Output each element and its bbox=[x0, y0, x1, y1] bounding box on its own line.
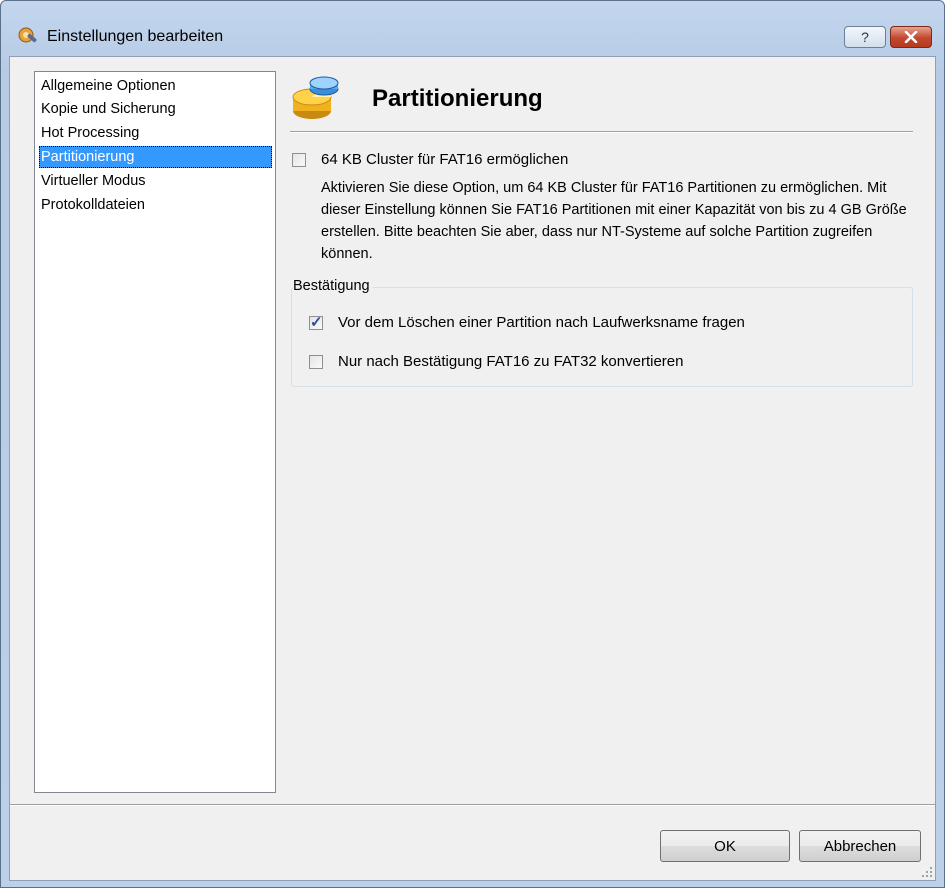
sidebar-item-hot-processing[interactable]: Hot Processing bbox=[39, 122, 272, 144]
sidebar-item-protokolldateien[interactable]: Protokolldateien bbox=[39, 194, 272, 216]
checkmark-icon: ✓ bbox=[310, 314, 323, 331]
dialog-client-area: Allgemeine Optionen Kopie und Sicherung … bbox=[9, 56, 936, 881]
confirm-delete-label[interactable]: Vor dem Löschen einer Partition nach Lau… bbox=[338, 314, 745, 331]
confirm-delete-checkbox[interactable]: ✓ bbox=[309, 314, 323, 331]
fat16-cluster-label[interactable]: 64 KB Cluster für FAT16 ermöglichen bbox=[321, 151, 568, 168]
settings-category-list[interactable]: Allgemeine Optionen Kopie und Sicherung … bbox=[34, 71, 276, 793]
close-button[interactable] bbox=[890, 26, 932, 48]
partition-disk-icon bbox=[292, 76, 339, 119]
settings-dialog: Einstellungen bearbeiten ? Allgemeine Op… bbox=[0, 0, 945, 888]
help-button[interactable]: ? bbox=[844, 26, 886, 48]
title-bar[interactable]: Einstellungen bearbeiten ? bbox=[1, 1, 944, 51]
confirmation-groupbox bbox=[291, 287, 913, 387]
confirmation-group-label: Bestätigung bbox=[293, 278, 373, 294]
window-title: Einstellungen bearbeiten bbox=[47, 28, 224, 45]
header-separator bbox=[290, 131, 913, 133]
confirm-convert-label[interactable]: Nur nach Bestätigung FAT16 zu FAT32 konv… bbox=[338, 353, 683, 370]
ok-button[interactable]: OK bbox=[660, 830, 790, 862]
fat16-cluster-checkbox[interactable]: ✓ bbox=[292, 153, 306, 167]
page-title: Partitionierung bbox=[372, 85, 543, 112]
footer-separator bbox=[10, 804, 935, 806]
help-icon: ? bbox=[861, 29, 869, 45]
settings-wrench-icon bbox=[18, 27, 37, 43]
sidebar-item-kopie-und-sicherung[interactable]: Kopie und Sicherung bbox=[39, 98, 272, 120]
close-icon bbox=[904, 31, 918, 43]
confirm-convert-checkbox[interactable]: ✓ bbox=[309, 355, 323, 369]
sidebar-item-partitionierung[interactable]: Partitionierung bbox=[39, 146, 272, 168]
sidebar-item-allgemeine-optionen[interactable]: Allgemeine Optionen bbox=[39, 75, 272, 97]
sidebar-item-virtueller-modus[interactable]: Virtueller Modus bbox=[39, 170, 272, 192]
fat16-cluster-description: Aktivieren Sie diese Option, um 64 KB Cl… bbox=[321, 180, 907, 262]
cancel-button[interactable]: Abbrechen bbox=[799, 830, 921, 862]
resize-grip-icon[interactable] bbox=[921, 866, 933, 878]
